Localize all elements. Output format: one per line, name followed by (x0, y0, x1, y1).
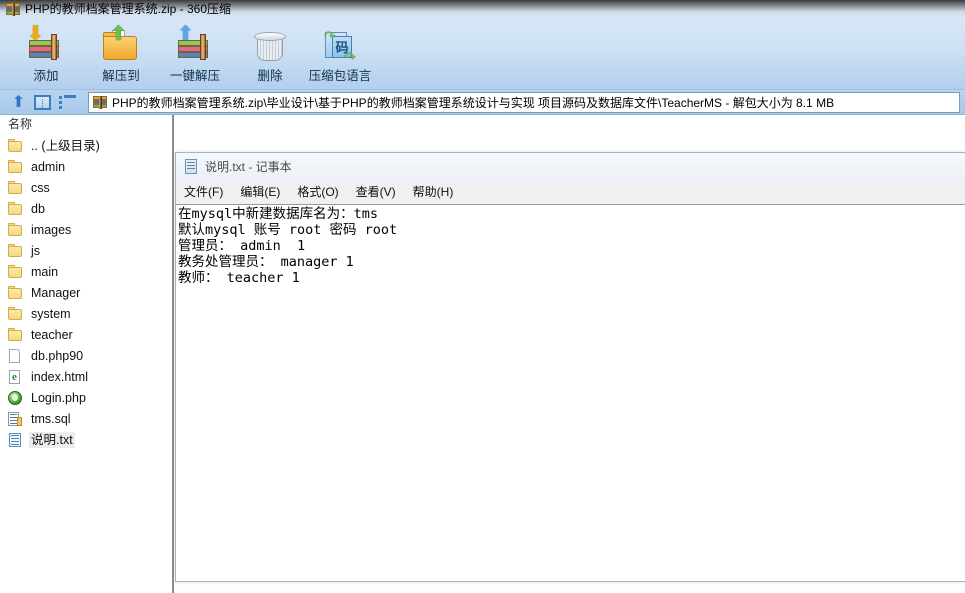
path-bar: ⬆ PHP的教师档案管理系统.zip\毕业设计\基于PHP的教师档案管理系统设计… (0, 90, 965, 115)
list-item[interactable]: Login.php (0, 387, 172, 408)
list-item-label: .. (上级目录) (31, 138, 100, 153)
notepad-menu-bar: 文件(F) 编辑(E) 格式(O) 查看(V) 帮助(H) (176, 181, 965, 203)
list-item[interactable]: images (0, 219, 172, 240)
list-item-label: db.php90 (31, 348, 84, 363)
archive-language-button[interactable]: 码 ↷ ↷ 压缩包语言 (300, 22, 380, 88)
list-item[interactable]: db (0, 198, 172, 219)
path-text: PHP的教师档案管理系统.zip\毕业设计\基于PHP的教师档案管理系统设计与实… (112, 95, 835, 110)
360zip-main-window: PHP的教师档案管理系统.zip - 360压缩 ⬇ 添加 ⬆ 解压到 ⬆ 一键… (0, 0, 965, 593)
folder-icon (7, 243, 23, 259)
list-view-icon[interactable] (57, 93, 78, 112)
one-click-extract-button[interactable]: ⬆ 一键解压 (155, 22, 235, 88)
archive-language-button-label: 压缩包语言 (308, 69, 372, 83)
list-item[interactable]: teacher (0, 324, 172, 345)
menu-view[interactable]: 查看(V) (356, 185, 396, 199)
up-arrow-icon[interactable]: ⬆ (8, 93, 29, 112)
sql-file-icon (7, 411, 23, 427)
notepad-text-area[interactable]: 在mysql中新建数据库名为：tms 默认mysql 账号 root 密码 ro… (176, 204, 965, 581)
list-item[interactable]: js (0, 240, 172, 261)
list-item[interactable]: main (0, 261, 172, 282)
column-header-name[interactable]: 名称 (0, 115, 172, 134)
notepad-window: 说明.txt - 记事本 文件(F) 编辑(E) 格式(O) 查看(V) 帮助(… (175, 152, 965, 582)
list-item-label: system (31, 306, 71, 321)
list-item[interactable]: db.php90 (0, 345, 172, 366)
notepad-title-bar[interactable]: 说明.txt - 记事本 (176, 153, 965, 181)
delete-button[interactable]: 删除 (230, 22, 310, 88)
list-item-label: main (31, 264, 59, 279)
folder-icon (7, 138, 23, 154)
list-item-label: js (31, 243, 41, 258)
document-icon (7, 348, 23, 364)
folder-icon (7, 180, 23, 196)
list-item-label: tms.sql (31, 411, 71, 426)
file-list-pane: 名称 .. (上级目录) admin css db images js main… (0, 115, 172, 593)
archive-language-icon: 码 ↷ ↷ (324, 28, 356, 65)
list-item[interactable]: .. (上级目录) (0, 135, 172, 156)
menu-file[interactable]: 文件(F) (184, 185, 223, 199)
list-item-label: 说明.txt (29, 431, 75, 448)
window-title: PHP的教师档案管理系统.zip - 360压缩 (25, 2, 232, 16)
notepad-icon (184, 159, 199, 175)
list-item-selected[interactable]: 说明.txt (0, 429, 172, 450)
text-file-icon (7, 432, 23, 448)
notepad-title: 说明.txt - 记事本 (205, 160, 292, 174)
extract-to-folder-icon: ⬆ (100, 24, 142, 66)
extract-to-button-label: 解压到 (102, 69, 140, 83)
preview-panel-icon[interactable] (32, 93, 53, 112)
one-click-extract-icon: ⬆ (174, 24, 216, 66)
zip-archive-icon (93, 96, 107, 109)
text-line: 在mysql中新建数据库名为：tms (178, 206, 379, 222)
list-item-label: teacher (31, 327, 73, 342)
folder-icon (7, 159, 23, 175)
add-to-archive-icon: ⬇ (25, 24, 67, 66)
list-item-label: db (31, 201, 45, 216)
add-button-label: 添加 (33, 69, 59, 83)
folder-icon (7, 222, 23, 238)
path-input[interactable]: PHP的教师档案管理系统.zip\毕业设计\基于PHP的教师档案管理系统设计与实… (88, 92, 960, 113)
trash-delete-icon (249, 24, 291, 66)
text-line: 教务处管理员： manager 1 (178, 254, 354, 270)
list-item[interactable]: admin (0, 156, 172, 177)
folder-icon (7, 285, 23, 301)
list-item[interactable]: system (0, 303, 172, 324)
title-bar[interactable]: PHP的教师档案管理系统.zip - 360压缩 (0, 0, 965, 19)
text-line: 管理员： admin 1 (178, 238, 306, 254)
zip-archive-icon (6, 3, 20, 16)
folder-icon (7, 306, 23, 322)
menu-help[interactable]: 帮助(H) (413, 185, 454, 199)
add-button[interactable]: ⬇ 添加 (6, 22, 86, 88)
extract-to-button[interactable]: ⬆ 解压到 (81, 22, 161, 88)
php-file-icon (7, 390, 23, 406)
list-item-label: admin (31, 159, 66, 174)
one-click-extract-button-label: 一键解压 (169, 69, 220, 83)
list-item-label: images (31, 222, 72, 237)
list-item-label: Manager (31, 285, 81, 300)
folder-icon (7, 264, 23, 280)
toolbar: ⬇ 添加 ⬆ 解压到 ⬆ 一键解压 删除 码 ↷ ↷ 压缩包语言 (0, 19, 965, 90)
folder-icon (7, 201, 23, 217)
text-line: 默认mysql 账号 root 密码 root (178, 222, 398, 238)
list-item[interactable]: e index.html (0, 366, 172, 387)
list-item-label: index.html (31, 369, 88, 384)
list-item[interactable]: css (0, 177, 172, 198)
list-item[interactable]: Manager (0, 282, 172, 303)
list-item-label: Login.php (31, 390, 86, 405)
text-line: 教师： teacher 1 (178, 270, 300, 286)
folder-icon (7, 327, 23, 343)
delete-button-label: 删除 (257, 69, 283, 83)
list-item[interactable]: tms.sql (0, 408, 172, 429)
internet-explorer-icon: e (7, 369, 23, 385)
list-item-label: css (31, 180, 50, 195)
menu-edit[interactable]: 编辑(E) (240, 185, 280, 199)
menu-format[interactable]: 格式(O) (297, 185, 338, 199)
file-list: .. (上级目录) admin css db images js main Ma… (0, 135, 172, 450)
